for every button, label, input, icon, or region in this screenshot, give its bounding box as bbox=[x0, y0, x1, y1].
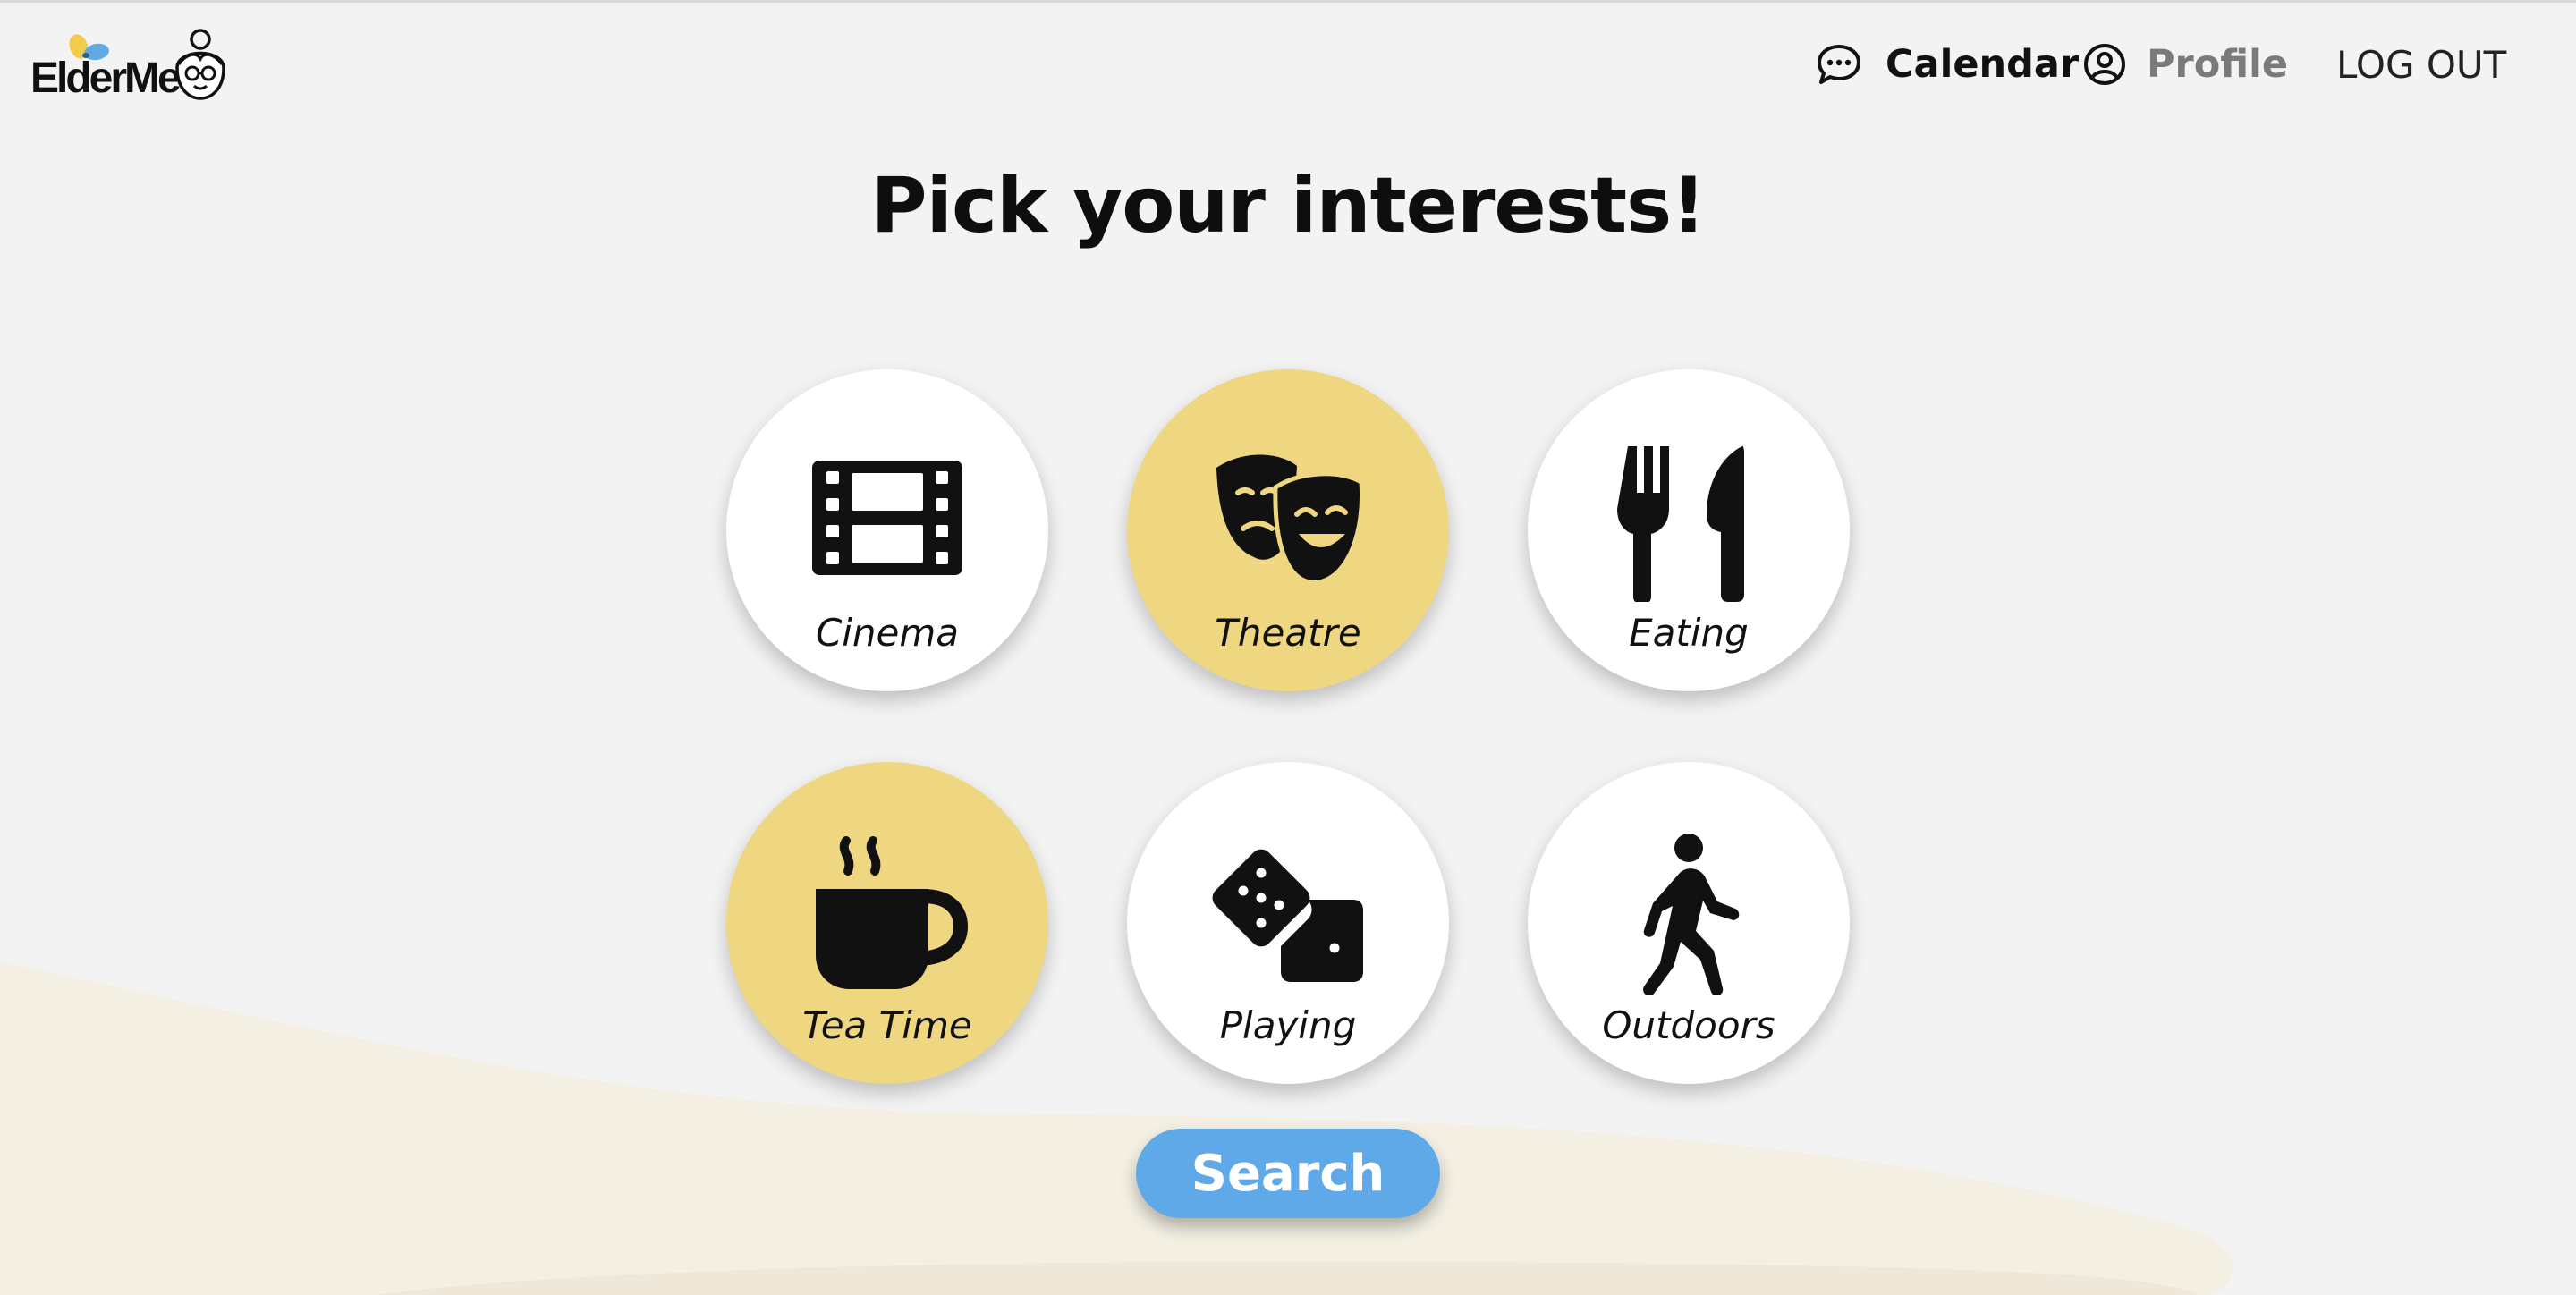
interest-tile-tea-time[interactable]: Tea Time bbox=[726, 762, 1048, 1084]
search-button[interactable]: Search bbox=[1136, 1129, 1440, 1218]
logout-button[interactable]: LOG OUT bbox=[2336, 36, 2506, 93]
page-title: Pick your interests! bbox=[870, 161, 1707, 250]
interest-tile-cinema[interactable]: Cinema bbox=[726, 369, 1048, 691]
nav-profile-label: Profile bbox=[2147, 42, 2289, 87]
interest-tile-theatre[interactable]: Theatre bbox=[1127, 369, 1449, 691]
interest-label: Tea Time bbox=[802, 1003, 972, 1047]
grandma-face-icon bbox=[175, 29, 225, 100]
fork-knife-icon bbox=[1617, 445, 1744, 602]
dice-icon bbox=[1212, 849, 1363, 982]
user-circle-icon[interactable] bbox=[2081, 41, 2128, 88]
nav-profile-link[interactable]: Profile bbox=[2147, 36, 2288, 93]
logout-label: LOG OUT bbox=[2336, 42, 2507, 87]
interest-tile-playing[interactable]: Playing bbox=[1127, 762, 1449, 1084]
nav-calendar-link[interactable]: Calendar bbox=[1885, 36, 2079, 93]
interest-tile-eating[interactable]: Eating bbox=[1528, 369, 1850, 691]
interest-label: Cinema bbox=[815, 611, 960, 655]
logo[interactable]: ElderMe bbox=[27, 27, 233, 107]
interest-label: Theatre bbox=[1215, 611, 1361, 655]
nav-calendar-label: Calendar bbox=[1885, 42, 2080, 87]
interest-label: Outdoors bbox=[1602, 1003, 1775, 1047]
interest-label: Eating bbox=[1629, 611, 1749, 655]
film-icon bbox=[812, 461, 962, 575]
interest-tile-outdoors[interactable]: Outdoors bbox=[1528, 762, 1850, 1084]
theatre-masks-icon bbox=[1216, 454, 1365, 585]
coffee-cup-icon bbox=[816, 836, 968, 989]
walking-person-icon bbox=[1643, 834, 1740, 995]
chat-bubble-icon[interactable] bbox=[1816, 41, 1862, 88]
logo-text: ElderMe bbox=[30, 55, 182, 102]
interest-label: Playing bbox=[1219, 1003, 1357, 1047]
